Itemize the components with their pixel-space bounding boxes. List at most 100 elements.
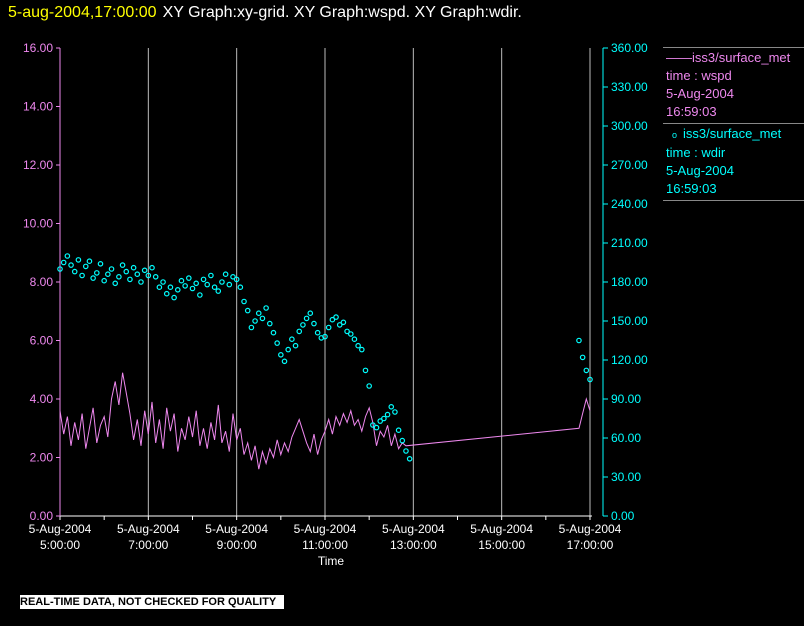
y-right-tick-label: 360.00 — [611, 41, 648, 55]
wdir-point — [182, 283, 188, 289]
wdir-point — [274, 340, 280, 346]
wdir-point — [119, 262, 126, 268]
wdir-point — [79, 272, 85, 279]
wdir-point — [395, 427, 402, 434]
x-tick-label-time: 13:00:00 — [390, 538, 437, 552]
x-tick-label-time: 11:00:00 — [302, 538, 348, 552]
y-left-tick-label: 4.00 — [30, 392, 54, 406]
y-left-tick-label: 12.00 — [23, 158, 53, 172]
wdir-point — [94, 270, 100, 276]
wdir-point — [186, 275, 192, 281]
wdir-point — [263, 305, 269, 311]
wdir-point — [325, 324, 332, 331]
y-right-tick-label: 270.00 — [611, 158, 648, 172]
wdir-point — [244, 307, 251, 314]
wdir-point — [347, 331, 354, 337]
y-left-tick-label: 14.00 — [23, 100, 53, 114]
wdir-point — [163, 290, 170, 297]
wdir-point — [167, 284, 174, 291]
legend-entry-wspd: ——iss3/surface_met time : wspd 5-Aug-200… — [663, 47, 804, 123]
y-right-tick-label: 330.00 — [611, 80, 648, 94]
x-tick-label-date: 5-Aug-2004 — [382, 522, 445, 536]
x-tick-label-date: 5-Aug-2004 — [470, 522, 533, 536]
wdir-point — [68, 262, 74, 268]
wdir-point — [307, 310, 314, 317]
wdir-point — [281, 358, 288, 365]
wdir-point — [406, 455, 413, 462]
wdir-point — [152, 273, 159, 280]
legend-variable: time : wspd — [666, 68, 732, 83]
legend-source: iss3/surface_met — [692, 50, 791, 65]
legend-date: 5-Aug-2004 — [666, 86, 734, 101]
y-right-tick-label: 0.00 — [611, 509, 635, 523]
wdir-point — [403, 448, 409, 454]
wdir-point — [311, 320, 317, 327]
wdir-point — [123, 268, 130, 275]
x-tick-label-date: 5-Aug-2004 — [205, 522, 268, 536]
y-right-tick-label: 180.00 — [611, 275, 648, 289]
y-right-tick-label: 210.00 — [611, 236, 648, 250]
wdir-point — [303, 315, 310, 322]
wdir-point — [222, 271, 229, 278]
legend-variable: time : wdir — [666, 145, 726, 160]
legend-divider — [663, 200, 804, 201]
wdir-point — [314, 329, 321, 336]
wdir-point — [86, 258, 93, 265]
circle-symbol-icon: o — [672, 130, 678, 140]
wdir-point — [127, 276, 133, 283]
wdir-point — [226, 281, 233, 288]
wdir-point — [200, 276, 207, 283]
wdir-point — [289, 336, 295, 343]
x-axis-label: Time — [318, 554, 345, 568]
wdir-point — [255, 310, 262, 317]
y-left-tick-label: 16.00 — [23, 41, 53, 55]
wdir-point — [252, 318, 258, 324]
y-right-tick-label: 90.00 — [611, 392, 641, 406]
wdir-point — [381, 415, 387, 422]
y-right-tick-label: 120.00 — [611, 353, 648, 367]
wdir-point — [156, 284, 163, 291]
x-tick-label-time: 15:00:00 — [478, 538, 525, 552]
quality-note: REAL-TIME DATA, NOT CHECKED FOR QUALITY — [20, 595, 285, 609]
wdir-point — [211, 284, 218, 291]
wdir-point — [108, 266, 115, 272]
wdir-point — [270, 329, 277, 336]
wdir-point — [366, 383, 372, 389]
legend-time: 16:59:03 — [666, 104, 717, 119]
x-tick-label-date: 5-Aug-2004 — [559, 522, 622, 536]
x-tick-label-time: 17:00:00 — [567, 538, 614, 552]
wdir-point — [178, 277, 185, 284]
y-right-tick-label: 150.00 — [611, 314, 648, 328]
legend: ——iss3/surface_met time : wspd 5-Aug-200… — [663, 47, 804, 201]
wdir-point — [97, 260, 104, 267]
wdir-point — [112, 280, 119, 287]
wdir-point — [292, 342, 299, 349]
x-tick-label-time: 7:00:00 — [128, 538, 168, 552]
wdir-point — [266, 320, 273, 327]
x-tick-label-date: 5-Aug-2004 — [294, 522, 357, 536]
wdir-point — [351, 336, 358, 343]
wdir-point — [189, 285, 196, 292]
wdir-point — [208, 272, 214, 279]
legend-date: 5-Aug-2004 — [666, 163, 734, 178]
legend-entry-wdir: o iss3/surface_met time : wdir 5-Aug-2004… — [663, 123, 804, 200]
wdir-point — [579, 354, 586, 361]
wdir-point — [355, 342, 361, 349]
wdir-point — [193, 280, 199, 287]
wdir-point — [160, 279, 166, 285]
wdir-point — [197, 292, 203, 298]
wdir-point — [241, 298, 247, 305]
x-tick-label-time: 5:00:00 — [40, 538, 80, 552]
wdir-point — [373, 424, 380, 431]
wdir-point — [105, 271, 111, 278]
y-right-tick-label: 240.00 — [611, 197, 648, 211]
wdir-point — [215, 288, 222, 294]
wdir-point — [333, 314, 339, 320]
wdir-point — [583, 367, 590, 374]
line-symbol-icon: —— — [666, 50, 692, 65]
wdir-point — [75, 257, 82, 263]
wdir-point — [237, 284, 244, 291]
y-left-tick-label: 2.00 — [30, 451, 54, 465]
wdir-point — [71, 268, 78, 275]
wdir-point — [141, 267, 148, 274]
